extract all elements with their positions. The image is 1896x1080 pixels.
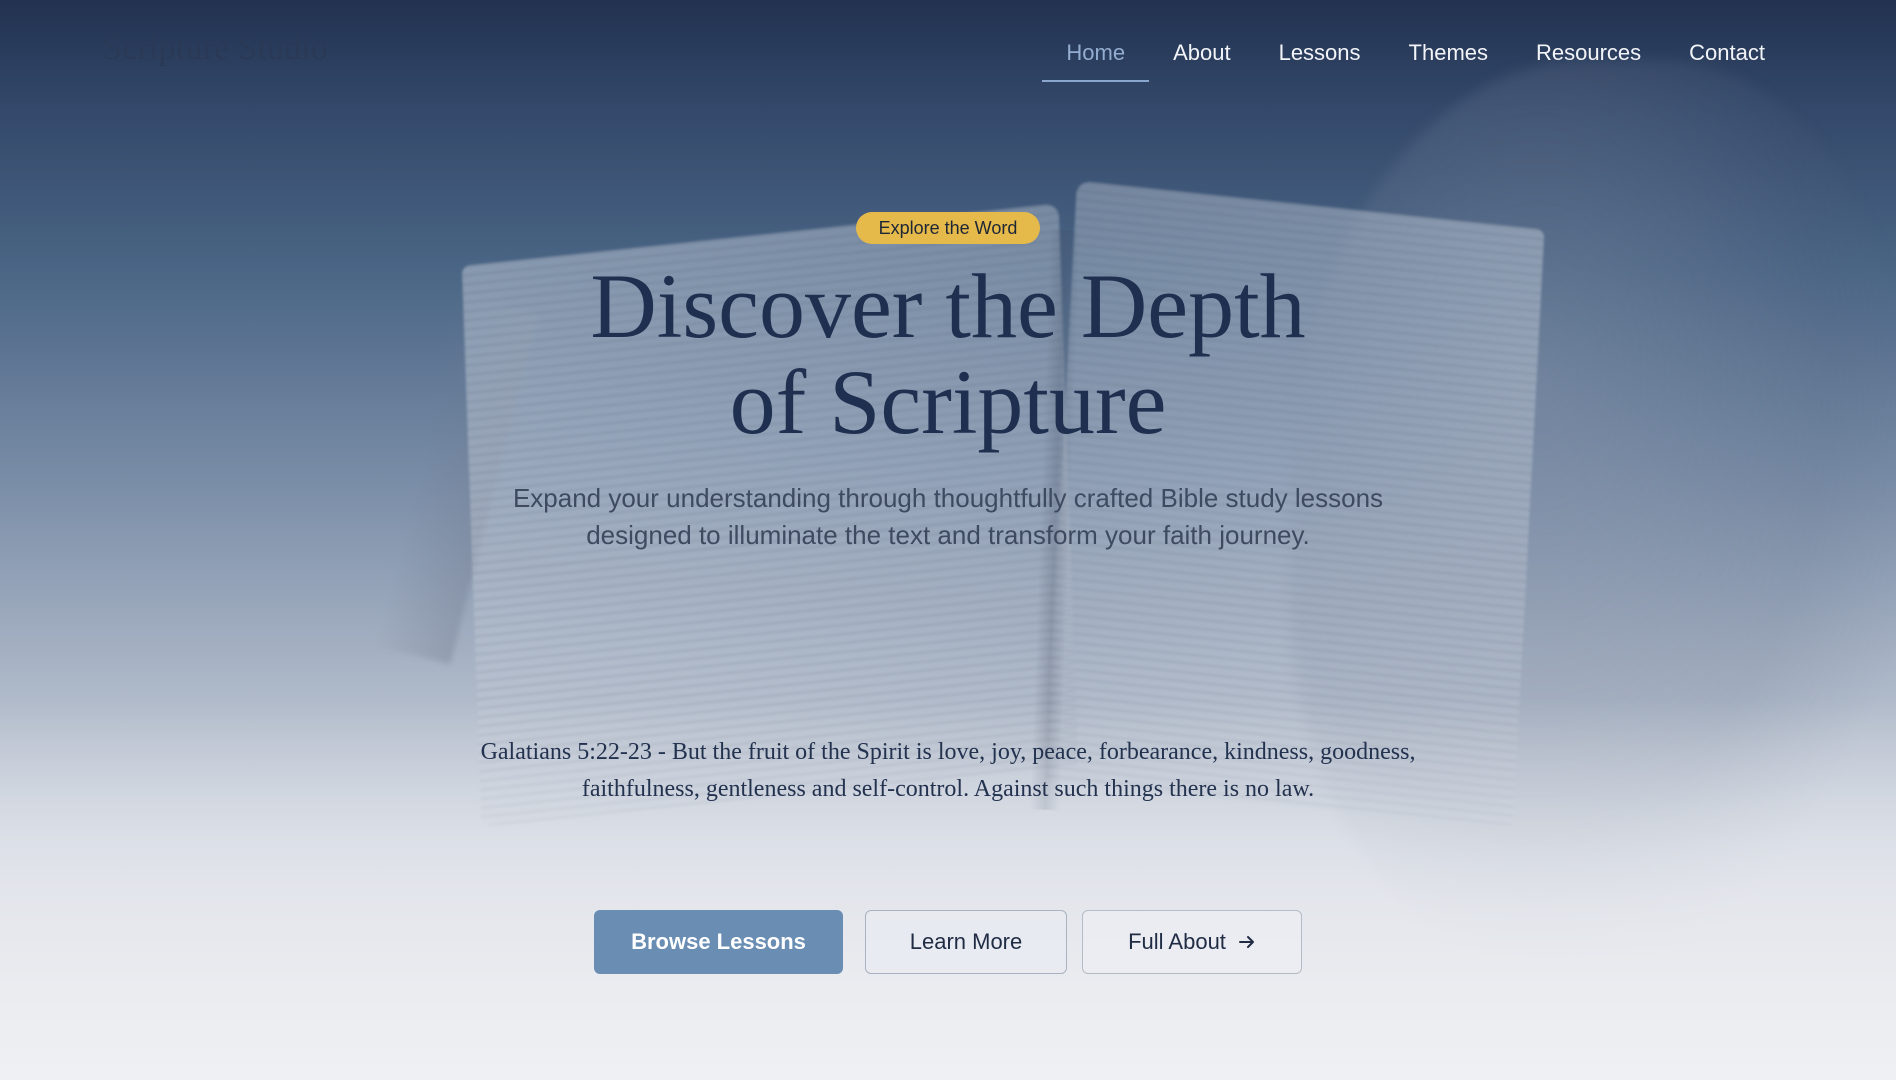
full-about-button[interactable]: Full About: [1082, 910, 1302, 974]
arrow-right-icon: [1238, 933, 1256, 951]
hero-subtitle: Expand your understanding through though…: [512, 483, 1384, 550]
learn-more-label: Learn More: [909, 929, 1023, 954]
hero-headline: Discover the Depth of Scripture: [348, 258, 1548, 450]
hero-headline-line-2: of Scripture: [729, 351, 1167, 453]
page: Scripture Studio Home About Lessons Them…: [0, 0, 1896, 1080]
scripture-verse: Galatians 5:22-23 - But the fruit of the…: [480, 739, 1416, 802]
browse-lessons-label: Browse Lessons: [631, 929, 806, 954]
hero-badge: Explore the Word: [856, 212, 1040, 244]
browse-lessons-button[interactable]: Browse Lessons: [594, 910, 843, 974]
learn-more-button[interactable]: Learn More: [865, 910, 1067, 974]
hero-section: Explore the Word Discover the Depth of S…: [0, 0, 1896, 1080]
full-about-label: Full About: [1128, 929, 1226, 954]
hero-headline-line-1: Discover the Depth: [590, 255, 1306, 357]
